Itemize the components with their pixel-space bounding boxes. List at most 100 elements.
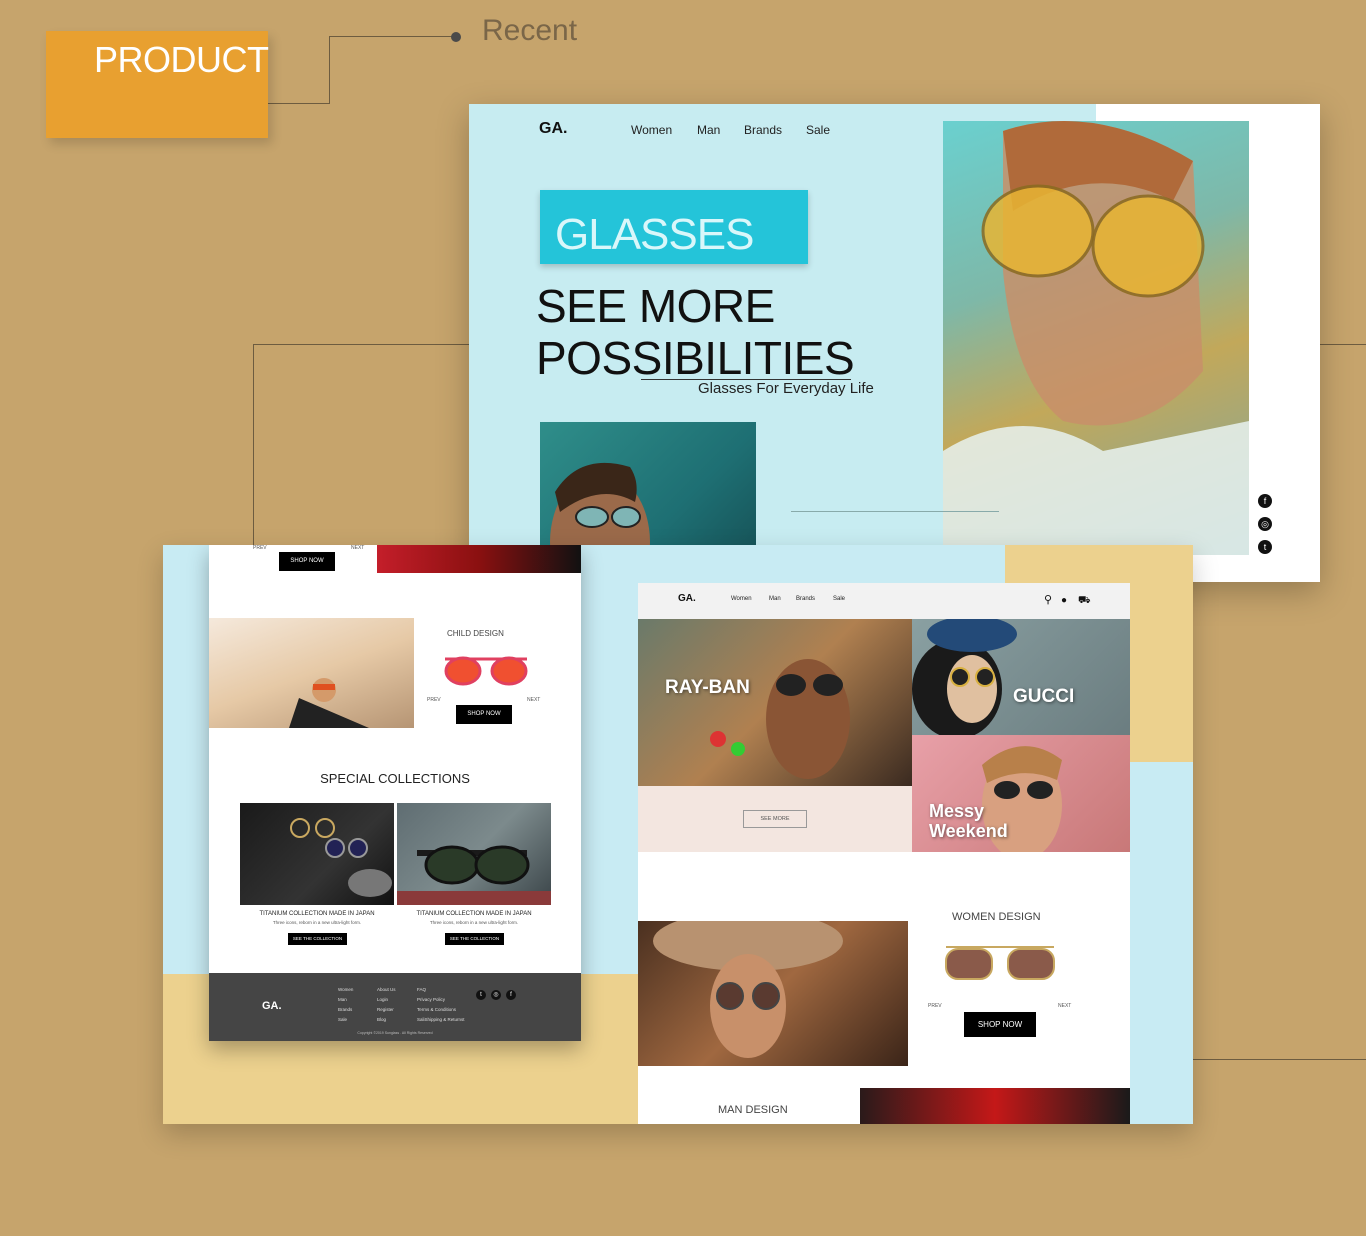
- right-nav-man[interactable]: Man: [769, 596, 781, 602]
- collection-1-glasses: [290, 818, 392, 897]
- women-prev[interactable]: PREV: [928, 1003, 942, 1009]
- footer-link-blog[interactable]: Blog: [377, 1015, 396, 1025]
- connector-line: [329, 36, 330, 104]
- women-shop-now-button[interactable]: SHOP NOW: [964, 1012, 1036, 1037]
- footer-link-brands[interactable]: Brands: [338, 1005, 353, 1015]
- footer-instagram-icon[interactable]: ◎: [491, 990, 501, 1000]
- footer-link-sale[interactable]: Sale: [338, 1015, 353, 1025]
- connector-line: [1320, 344, 1366, 345]
- gucci-model: [912, 616, 1017, 739]
- rayban-model: [710, 659, 850, 779]
- footer-link-man[interactable]: Man: [338, 995, 353, 1005]
- hero-nav-sale[interactable]: Sale: [806, 123, 830, 137]
- messy-weekend-photo[interactable]: Messy Weekend: [912, 735, 1130, 860]
- rayban-photo[interactable]: RAY-BAN: [638, 619, 912, 786]
- footer-col2: About Us Login Register Blog: [377, 985, 396, 1025]
- connector-dot: [451, 32, 461, 42]
- collection-photo-1: [240, 803, 394, 905]
- collection-1-title: TITANIUM COLLECTION MADE IN JAPAN: [259, 911, 375, 917]
- left-footer: GA. Women Man Brands Sale About Us Login…: [209, 973, 581, 1041]
- collection-1-desc: Three icons, reborn in a new ultra-light…: [272, 920, 362, 925]
- footer-twitter-icon[interactable]: t: [476, 990, 486, 1000]
- left-page-mockup: PREV NEXT SHOP NOW CHILD DESIGN PREV NEX…: [209, 545, 581, 1041]
- top-cap-photo: [377, 545, 581, 573]
- hero-headline: SEE MORE POSSIBILITIES: [536, 280, 876, 384]
- women-glasses-image: [945, 946, 1055, 980]
- man-design-photo: [860, 1088, 1130, 1124]
- messy-weekend-label: Messy Weekend: [929, 801, 1008, 841]
- footer-link-login[interactable]: Login: [377, 995, 396, 1005]
- right-nav-women[interactable]: Women: [731, 596, 752, 602]
- hero-mockup: GA. Women Man Brands Sale GLASSES SEE MO…: [469, 104, 1320, 582]
- hero-headline-line1: SEE MORE: [536, 280, 775, 332]
- messy-label-line1: Messy: [929, 801, 985, 821]
- hero-nav-women[interactable]: Women: [631, 123, 672, 137]
- footer-link-privacy[interactable]: Privacy Policy: [417, 995, 465, 1005]
- messy-label-line2: Weekend: [929, 821, 1008, 841]
- top-next[interactable]: NEXT: [351, 545, 364, 551]
- footer-facebook-icon[interactable]: f: [506, 990, 516, 1000]
- collection-photo-2: [397, 803, 551, 905]
- rayban-label: RAY-BAN: [665, 677, 750, 698]
- gucci-label: GUCCI: [1013, 686, 1075, 707]
- footer-copyright: Copyright ©2019 Sunglass . All Rights Re…: [357, 1031, 433, 1035]
- right-nav-brands[interactable]: Brands: [796, 596, 815, 602]
- right-topbar: GA. Women Man Brands Sale ⚲ ● ⛟: [638, 583, 1130, 619]
- footer-link-about[interactable]: About Us: [377, 985, 396, 995]
- see-more-panel: SEE MORE: [638, 786, 912, 852]
- child-prev[interactable]: PREV: [427, 697, 441, 703]
- top-prev[interactable]: PREV: [253, 545, 267, 551]
- connector-line: [253, 344, 254, 545]
- collection-2-glasses: [397, 845, 551, 905]
- right-page-mockup: GA. Women Man Brands Sale ⚲ ● ⛟ RAY-BAN …: [638, 583, 1130, 1124]
- lower-mockup: PREV NEXT SHOP NOW CHILD DESIGN PREV NEX…: [163, 545, 1193, 1124]
- child-design-title: CHILD DESIGN: [447, 629, 504, 638]
- footer-logo[interactable]: GA.: [262, 1000, 282, 1012]
- instagram-icon[interactable]: ◎: [1258, 517, 1272, 531]
- hero-subtitle: Glasses For Everyday Life: [698, 380, 874, 397]
- connector-line: [329, 36, 455, 37]
- hero-headline-line2: POSSIBILITIES: [536, 332, 855, 384]
- women-next[interactable]: NEXT: [1058, 1003, 1071, 1009]
- footer-link-terms[interactable]: Terms & Conditions: [417, 1005, 465, 1015]
- child-shop-now-button[interactable]: SHOP NOW: [456, 705, 512, 724]
- recent-label: Recent: [482, 14, 578, 47]
- glasses-banner-label: GLASSES: [555, 210, 754, 259]
- child-glasses-image: [444, 656, 528, 686]
- child-figure: [289, 678, 369, 728]
- hero-nav-brands[interactable]: Brands: [744, 123, 782, 137]
- footer-link-faq[interactable]: FAQ: [417, 985, 465, 995]
- child-photo: [209, 618, 414, 728]
- women-design-title: WOMEN DESIGN: [952, 911, 1041, 923]
- top-shop-now-button[interactable]: SHOP NOW: [279, 552, 335, 571]
- women-design-photo: [638, 911, 908, 1066]
- footer-link-register[interactable]: Register: [377, 1005, 396, 1015]
- twitter-icon[interactable]: t: [1258, 540, 1272, 554]
- child-next[interactable]: NEXT: [527, 697, 540, 703]
- hero-logo[interactable]: GA.: [539, 120, 567, 138]
- hero-nav-man[interactable]: Man: [697, 123, 720, 137]
- facebook-icon[interactable]: f: [1258, 494, 1272, 508]
- connector-line: [253, 344, 469, 345]
- cart-icon[interactable]: ⛟: [1078, 595, 1091, 606]
- footer-col1: Women Man Brands Sale: [338, 985, 353, 1025]
- woman-sunglasses-photo: [943, 121, 1249, 555]
- collection-1-button[interactable]: SEE THE COLLECTION: [288, 933, 347, 945]
- footer-link-shipping[interactable]: SaliShipping & Returnst: [417, 1015, 465, 1025]
- see-more-button[interactable]: SEE MORE: [743, 810, 807, 828]
- product-badge-label: PRODUCT: [94, 39, 269, 80]
- glasses-banner: GLASSES: [540, 190, 808, 264]
- search-icon[interactable]: ⚲: [1044, 595, 1052, 606]
- special-collections-title: SPECIAL COLLECTIONS: [320, 771, 470, 786]
- collection-2-button[interactable]: SEE THE COLLECTION: [445, 933, 504, 945]
- connector-line: [1193, 1059, 1366, 1060]
- right-nav-sale[interactable]: Sale: [833, 596, 845, 602]
- product-badge: PRODUCT: [46, 31, 269, 138]
- collection-2-desc: Three icons, reborn in a new ultra-light…: [429, 920, 519, 925]
- footer-col3: FAQ Privacy Policy Terms & Conditions Sa…: [417, 985, 465, 1025]
- footer-link-women[interactable]: Women: [338, 985, 353, 995]
- right-logo[interactable]: GA.: [678, 593, 696, 604]
- hero-slider-arrow[interactable]: [791, 511, 999, 512]
- gucci-photo[interactable]: GUCCI: [912, 616, 1130, 739]
- user-icon[interactable]: ●: [1061, 595, 1067, 606]
